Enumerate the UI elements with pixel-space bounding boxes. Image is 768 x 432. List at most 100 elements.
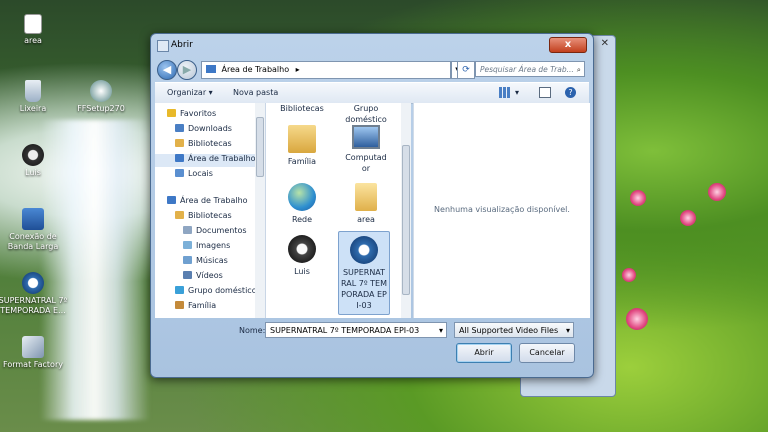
chevron-down-icon: ▾ [565,326,570,335]
nav-item-area-de-trabalho-fav[interactable]: Área de Trabalho [155,154,256,167]
documents-icon [183,226,192,234]
desktop-icon-lixeira[interactable]: Lixeira [0,80,68,114]
wallpaper-flower [680,210,696,226]
clock-icon [288,235,316,263]
network-connection-icon [22,208,44,230]
back-button[interactable]: ◀ [157,60,177,80]
toolbar: Organizar ▾ Nova pasta ▾ ? [155,82,589,104]
desktop-folder-icon [206,65,216,73]
filename-input[interactable]: SUPERNATRAL 7º TEMPORADA EPI-03 ▾ [265,322,447,338]
preview-message: Nenhuma visualização disponível. [434,205,570,214]
videos-icon [183,271,192,279]
nav-item-grupo-domestico[interactable]: Grupo doméstico [175,286,257,299]
file-list-scrollbar[interactable] [401,103,411,318]
organize-menu[interactable]: Organizar ▾ [167,88,213,97]
help-icon[interactable]: ? [565,87,576,98]
nav-item-videos[interactable]: Vídeos [183,271,223,284]
desktop-folder-icon [175,154,184,162]
wallpaper-flower [630,190,646,206]
cancel-button[interactable]: Cancelar [519,343,575,363]
refresh-button[interactable]: ⟳ [457,61,475,79]
desktop-icon-area[interactable]: area [0,14,68,46]
images-icon [183,241,192,249]
nav-item-documentos[interactable]: Documentos [183,226,247,239]
file-item-luis[interactable]: Luis [272,235,332,277]
breadcrumb-separator[interactable]: ▸ [296,65,300,74]
network-icon [288,183,316,211]
dialog-title: Abrir [171,40,193,50]
wallpaper-flower [626,308,648,330]
desktop-icon-ffsetup[interactable]: FFSetup270 [66,80,136,114]
nav-item-locais[interactable]: Locais [175,169,213,182]
search-input[interactable]: Pesquisar Área de Trab... ⌕ [475,61,585,77]
family-icon [175,301,184,309]
computer-icon [352,125,380,149]
chevron-down-icon[interactable]: ▾ [439,323,443,339]
close-icon[interactable]: ✕ [601,38,609,49]
nav-item-familia[interactable]: Família [175,301,216,314]
user-folder-icon [288,125,316,153]
folder-icon [355,183,377,211]
new-folder-button[interactable]: Nova pasta [233,88,278,97]
libraries-icon [175,139,184,147]
breadcrumb[interactable]: Área de Trabalho [222,65,290,74]
forward-button[interactable]: ▶ [177,60,197,80]
nav-item-musicas[interactable]: Músicas [183,256,228,269]
desktop-icon-supernatral[interactable]: SUPERNATRAL 7º TEMPORADA E... [0,272,68,316]
format-factory-icon [22,336,44,358]
file-item-bibliotecas[interactable]: Bibliotecas [272,103,332,114]
desktop-icon-luis[interactable]: Luis [0,144,68,178]
file-item-area[interactable]: area [336,183,396,225]
desktop-folder-icon [167,196,176,204]
recycle-bin-icon [25,80,41,102]
video-file-icon [350,236,378,264]
file-item-grupo-domestico[interactable]: Grupo doméstico [336,103,396,125]
nav-item-bibliotecas[interactable]: Bibliotecas [175,211,232,224]
nav-item-imagens[interactable]: Imagens [183,241,230,254]
arrow-left-icon: ◀ [162,63,172,76]
libraries-icon [175,211,184,219]
close-icon: x [564,39,572,50]
file-item-rede[interactable]: Rede [272,183,332,225]
wallpaper-flower [708,183,726,201]
file-item-computador[interactable]: Computador [336,125,396,174]
scrollbar-thumb[interactable] [402,145,410,295]
view-options-icon[interactable] [499,87,511,98]
desktop-icon-conexao[interactable]: Conexão de Banda Larga [0,208,68,252]
preview-pane: Nenhuma visualização disponível. [413,103,590,318]
desktop-icon-format-factory[interactable]: Format Factory [0,336,68,370]
nav-item-favoritos[interactable]: Favoritos [167,109,216,122]
window-icon [157,40,169,52]
view-dropdown-icon[interactable]: ▾ [515,88,519,97]
clock-icon [22,144,44,166]
open-file-dialog: Abrir x ◀ ▶ Área de Trabalho ▸ ▼ ⟳ Pesqu… [150,33,594,378]
filename-label: Nome: [239,326,266,335]
nav-item-downloads[interactable]: Downloads [175,124,232,137]
refresh-icon: ⟳ [462,65,470,75]
close-button[interactable]: x [549,37,587,53]
arrow-right-icon: ▶ [182,63,192,76]
music-icon [183,256,192,264]
star-icon [167,109,176,117]
search-icon: ⌕ [576,65,581,74]
nav-item-bibliotecas-fav[interactable]: Bibliotecas [175,139,232,152]
file-item-supernatral[interactable]: SUPERNATRAL 7º TEMPORADA EPI-03 [338,231,390,315]
downloads-icon [175,124,184,132]
dialog-titlebar[interactable]: Abrir x [151,34,593,56]
document-icon [24,14,42,34]
nav-item-area-de-trabalho[interactable]: Área de Trabalho [167,196,248,209]
wallpaper-flower [622,268,636,282]
address-field[interactable]: Área de Trabalho ▸ [201,61,451,79]
file-type-select[interactable]: All Supported Video Files ▾ [454,322,574,338]
navigation-pane: Favoritos Downloads Bibliotecas Área de … [155,103,266,318]
nav-scrollbar[interactable] [255,103,265,318]
places-icon [175,169,184,177]
preview-pane-icon[interactable] [539,87,551,98]
scrollbar-thumb[interactable] [256,117,264,177]
file-item-familia[interactable]: Família [272,125,332,167]
installer-icon [90,80,112,102]
address-bar: ◀ ▶ Área de Trabalho ▸ ▼ ⟳ Pesquisar Áre… [155,59,589,81]
homegroup-icon [175,286,184,294]
video-file-icon [22,272,44,294]
open-button[interactable]: Abrir [456,343,512,363]
